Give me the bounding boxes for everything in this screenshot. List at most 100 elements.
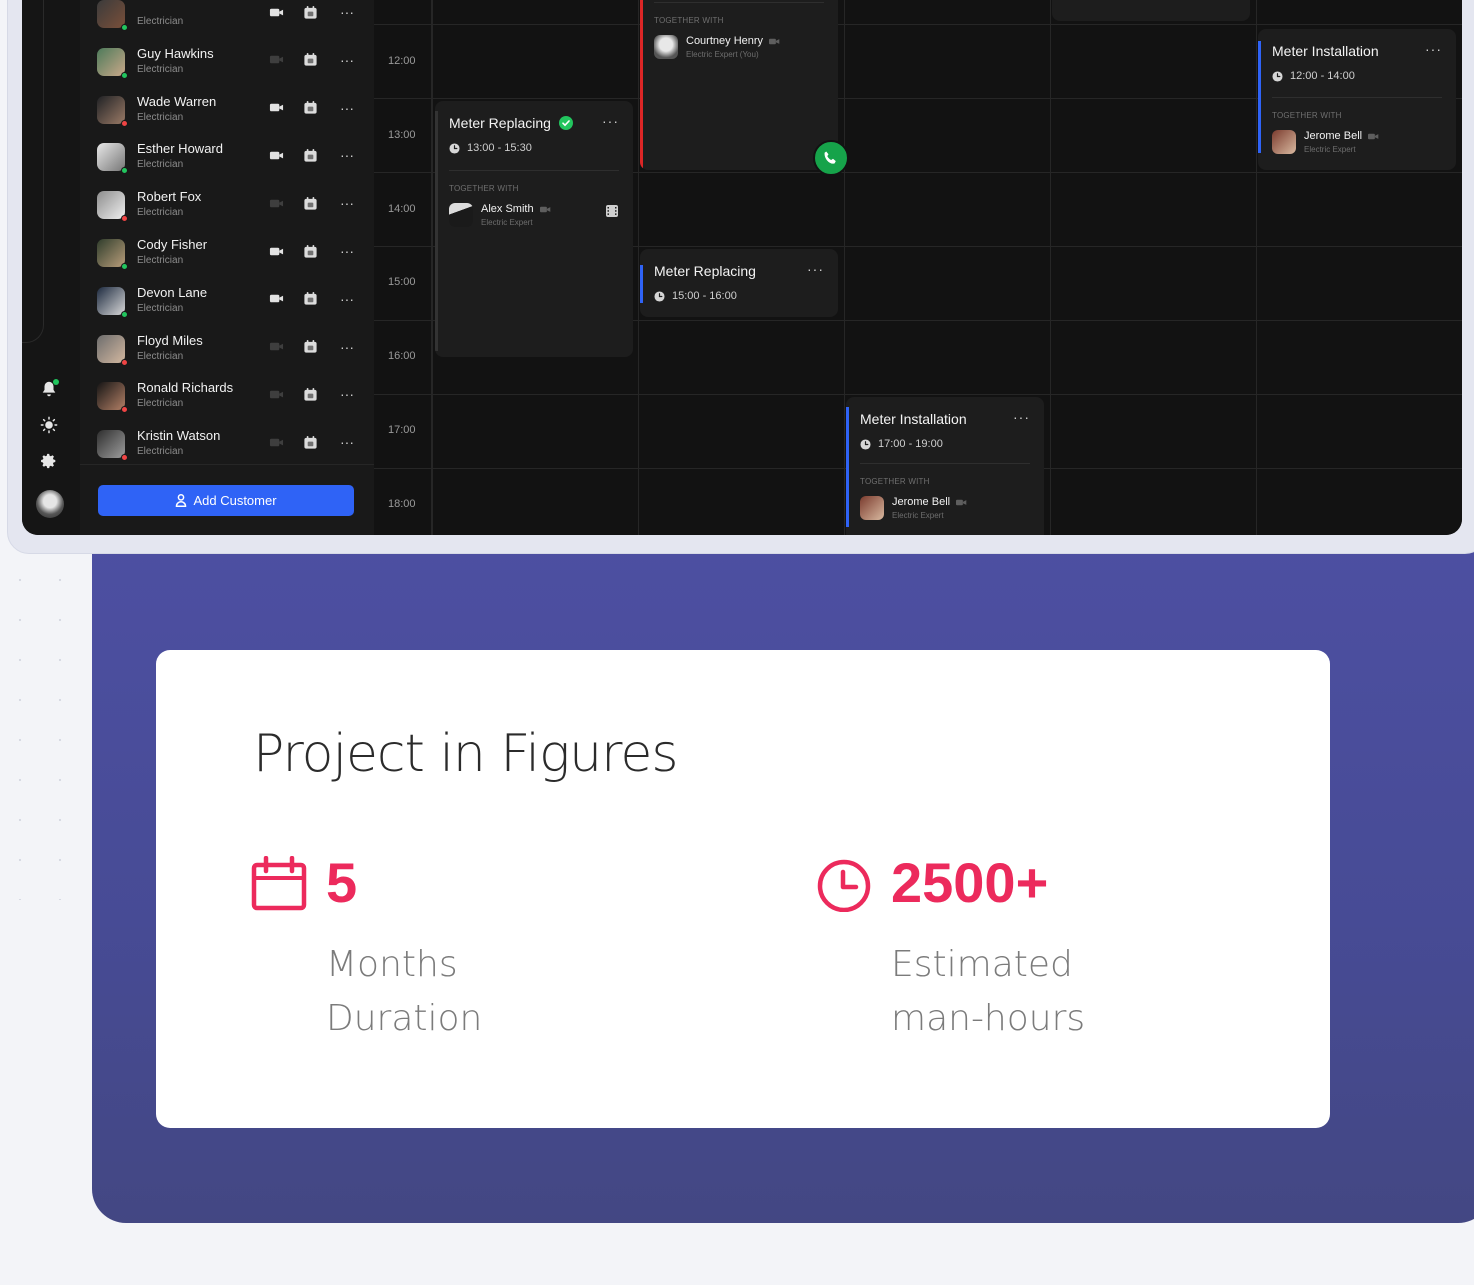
time-label: 12:00 bbox=[388, 55, 416, 67]
video-call-icon[interactable] bbox=[268, 291, 284, 307]
person-role: Electrician bbox=[137, 398, 184, 410]
gear-icon[interactable] bbox=[38, 450, 60, 472]
event-divider bbox=[449, 170, 619, 171]
bell-icon[interactable] bbox=[38, 378, 60, 400]
calendar-icon[interactable] bbox=[302, 386, 318, 402]
video-call-icon[interactable] bbox=[268, 339, 284, 355]
more-icon[interactable]: ··· bbox=[337, 4, 357, 20]
person-role: Electrician bbox=[137, 446, 184, 458]
more-icon[interactable]: ··· bbox=[1425, 41, 1442, 57]
video-call-icon[interactable] bbox=[268, 147, 284, 163]
more-icon[interactable]: ··· bbox=[337, 195, 357, 211]
more-icon[interactable]: ··· bbox=[337, 339, 357, 355]
user-avatar[interactable] bbox=[36, 490, 64, 518]
left-rail bbox=[22, 0, 80, 535]
event-title: Meter Replacing bbox=[449, 115, 573, 131]
avatar bbox=[1272, 130, 1296, 154]
participant-name: Jerome Bell bbox=[892, 496, 967, 508]
calendar-icon[interactable] bbox=[302, 4, 318, 20]
user-icon bbox=[176, 494, 187, 507]
check-icon bbox=[558, 116, 573, 130]
event-card-meter-installation-2[interactable]: Meter Installation ··· 12:00 - 14:00 TOGETH… bbox=[1258, 29, 1456, 170]
sun-icon[interactable] bbox=[38, 414, 60, 436]
status-dot bbox=[121, 454, 128, 462]
list-item[interactable]: Electrician ··· bbox=[97, 0, 361, 36]
status-dot bbox=[121, 167, 128, 175]
calendar-icon[interactable] bbox=[302, 291, 318, 307]
more-icon[interactable]: ··· bbox=[337, 386, 357, 402]
event-participant[interactable]: Jerome Bell Electric Expert bbox=[1272, 128, 1442, 158]
list-item[interactable]: Floyd Miles Electrician ··· bbox=[97, 331, 361, 371]
event-card-courtney[interactable]: 13:00 - 15:30TOGETHER WITHCourtney Henry… bbox=[640, 0, 838, 170]
participant-name: Jerome Bell bbox=[1304, 130, 1379, 142]
calendar-icon[interactable] bbox=[302, 243, 318, 259]
calendar-icon[interactable] bbox=[302, 147, 318, 163]
event-title-text: Meter Replacing bbox=[449, 115, 551, 131]
calendar-icon[interactable] bbox=[302, 434, 318, 450]
status-dot bbox=[121, 358, 128, 366]
time-label: 14:00 bbox=[388, 202, 416, 215]
grid-row-line bbox=[374, 394, 1462, 395]
calendar-icon[interactable] bbox=[302, 52, 318, 68]
more-icon[interactable]: ··· bbox=[337, 243, 357, 259]
more-icon[interactable]: ··· bbox=[337, 434, 357, 450]
list-item[interactable]: Ronald Richards Electrician ··· bbox=[97, 378, 361, 418]
add-customer-label: Add Customer bbox=[193, 493, 277, 508]
more-icon[interactable]: ··· bbox=[337, 52, 357, 68]
video-call-icon[interactable] bbox=[268, 100, 284, 116]
person-role: Electrician bbox=[137, 350, 184, 362]
event-card-partial[interactable] bbox=[1052, 0, 1250, 21]
more-icon[interactable]: ··· bbox=[602, 113, 619, 129]
person-role: Electrician bbox=[137, 255, 184, 266]
clock-icon bbox=[1272, 70, 1283, 82]
time-label: 18:00 bbox=[388, 497, 416, 510]
more-icon[interactable]: ··· bbox=[1013, 409, 1030, 425]
event-time: 17:00 - 19:00 bbox=[860, 438, 943, 450]
more-icon[interactable]: ··· bbox=[337, 100, 357, 116]
event-participant[interactable]: Courtney Henry Electric Expert (You) bbox=[654, 33, 824, 63]
event-participant[interactable]: Jerome Bell Electric Expert bbox=[860, 494, 1030, 524]
video-call-icon[interactable] bbox=[268, 243, 284, 259]
add-customer-button[interactable]: Add Customer bbox=[98, 485, 354, 516]
calendar-icon[interactable] bbox=[302, 195, 318, 211]
video-call-icon[interactable] bbox=[268, 386, 284, 402]
participant-name: Courtney Henry bbox=[686, 35, 780, 47]
list-item[interactable]: Esther Howard Electrician ··· bbox=[97, 139, 361, 179]
person-name: Ronald Richards bbox=[137, 380, 234, 396]
avatar bbox=[97, 143, 125, 172]
list-item[interactable]: Robert Fox Electrician ··· bbox=[97, 187, 361, 227]
event-card-meter-installation[interactable]: Meter Installation ··· 17:00 - 19:00 TOGETH… bbox=[846, 397, 1044, 535]
list-item[interactable]: Wade Warren Electrician ··· bbox=[97, 92, 361, 132]
clock-icon bbox=[817, 859, 871, 912]
video-call-icon[interactable] bbox=[268, 195, 284, 211]
video-call-icon[interactable] bbox=[268, 4, 284, 20]
call-button[interactable] bbox=[813, 140, 849, 176]
film-icon[interactable] bbox=[605, 204, 619, 218]
calendar-icon[interactable] bbox=[302, 339, 318, 355]
event-time: 15:00 - 16:00 bbox=[654, 290, 737, 302]
more-icon[interactable]: ··· bbox=[807, 261, 824, 277]
event-participant[interactable]: Alex Smith Electric Expert bbox=[449, 201, 619, 231]
video-call-icon bbox=[539, 206, 550, 212]
event-card-meter-replacing[interactable]: Meter Replacing ··· 13:00 - 15:30 TOGETHER … bbox=[435, 101, 633, 357]
event-title: Meter Installation bbox=[860, 411, 967, 427]
list-item[interactable]: Devon Lane Electrician ··· bbox=[97, 283, 361, 323]
list-item[interactable]: Cody Fisher Electrician ··· bbox=[97, 235, 361, 275]
list-item[interactable]: Kristin Watson Electrician ··· bbox=[97, 426, 361, 466]
figure-label: Estimated man-hours bbox=[891, 938, 1085, 1046]
figure-value: 5 bbox=[326, 851, 358, 914]
calendar-icon[interactable] bbox=[302, 100, 318, 116]
more-icon[interactable]: ··· bbox=[337, 147, 357, 163]
person-name: Esther Howard bbox=[137, 141, 223, 157]
person-name: Wade Warren bbox=[137, 93, 217, 109]
rail-panel bbox=[22, 0, 44, 343]
video-call-icon[interactable] bbox=[268, 52, 284, 68]
more-icon[interactable]: ··· bbox=[337, 291, 357, 307]
avatar bbox=[97, 0, 125, 28]
avatar bbox=[97, 334, 125, 363]
video-call-icon[interactable] bbox=[268, 434, 284, 450]
avatar bbox=[97, 95, 125, 124]
list-item[interactable]: Guy Hawkins Electrician ··· bbox=[97, 44, 361, 84]
figure-label-line1: Estimated bbox=[891, 944, 1073, 985]
event-card-meter-replacing-2[interactable]: Meter Replacing ··· 15:00 - 16:00 bbox=[640, 249, 838, 317]
